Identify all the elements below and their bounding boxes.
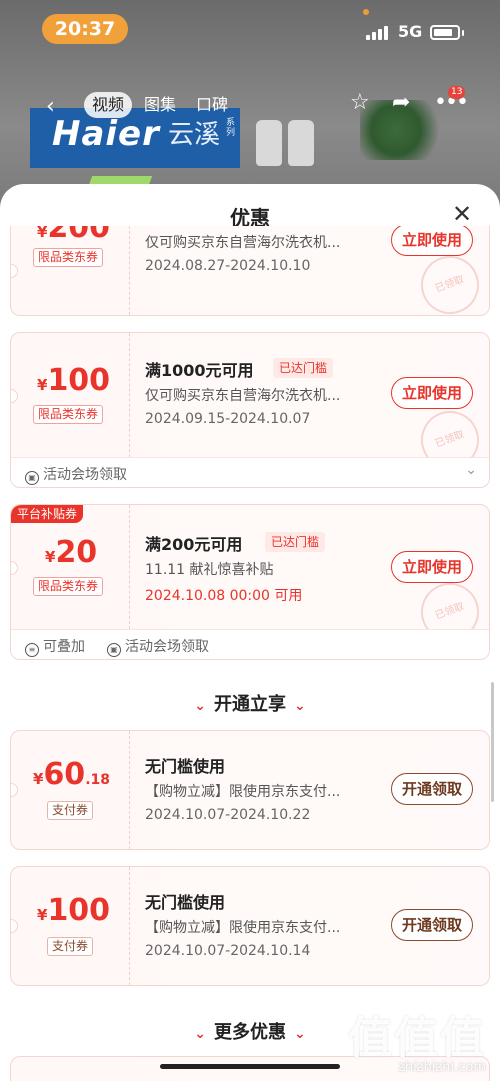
coupon-date: 2024.10.07-2024.10.14	[145, 943, 311, 959]
chevron-down-icon[interactable]: ⌄	[465, 462, 477, 478]
ticket-icon: ▣	[107, 643, 121, 657]
coupon-type-tag: 限品类东券	[33, 248, 104, 267]
venue-claim-info: ▣ 活动会场领取	[25, 464, 127, 485]
claimed-stamp: 已领取	[412, 247, 488, 315]
stackable-info: ≡ 可叠加	[25, 636, 85, 657]
coupon-amount: ¥200	[37, 226, 111, 245]
coupon-description: 11.11 献礼惊喜补贴	[145, 562, 274, 578]
coupon-footer: ≡ 可叠加 ▣ 活动会场领取	[11, 629, 489, 659]
product-bottle	[256, 120, 282, 166]
coupon-start-time: 2024.10.08 00:00 可用	[145, 588, 303, 604]
section-heading-open: ⌄ 开通立享 ⌄	[194, 694, 306, 715]
coupon-date: 2024.08.27-2024.10.10	[145, 258, 311, 274]
battery-icon	[430, 25, 460, 40]
ticket-icon: ▣	[25, 471, 39, 485]
use-now-button[interactable]: 立即使用	[390, 226, 473, 256]
favorite-icon[interactable]: ☆	[350, 90, 370, 115]
share-icon[interactable]: ➦	[392, 90, 410, 115]
coupon-card: ¥100 限品类东券 满1000元可用 已达门槛 仅可购买京东自营海尔洗衣机..…	[10, 332, 490, 488]
promotion-sheet: 优惠 ✕ ¥200 限品类东券 仅可购买京东自营海尔洗衣机... 2024.08…	[0, 184, 500, 1081]
coupon-condition: 满200元可用	[145, 535, 243, 554]
signal-icon	[366, 26, 388, 40]
coupon-card: ¥60.18 支付券 无门槛使用 【购物立减】限使用京东支付... 2024.1…	[10, 730, 490, 850]
threshold-badge: 已达门槛	[273, 358, 334, 378]
battery-cap	[462, 30, 464, 36]
status-bar: 20:37 5G	[0, 0, 500, 58]
brand-logo: Haier	[52, 114, 160, 154]
coupon-condition: 无门槛使用	[145, 757, 226, 776]
watermark-logo: 值值值	[348, 1013, 486, 1064]
back-icon[interactable]: ‹	[46, 94, 55, 119]
scrollbar[interactable]	[491, 682, 494, 802]
coupon-amount: ¥60.18	[33, 757, 110, 792]
network-label: 5G	[398, 22, 423, 41]
coupon-amount: ¥100	[37, 893, 111, 928]
coupon-description: 【购物立减】限使用京东支付...	[145, 784, 341, 800]
coupon-card: 平台补贴券 ¥20 限品类东券 满200元可用 已达门槛 11.11 献礼惊喜补…	[10, 504, 490, 660]
coupon-type-tag: 限品类东券	[33, 577, 104, 596]
tab-gallery[interactable]: 图集	[136, 92, 184, 118]
coupon-description: 【购物立减】限使用京东支付...	[145, 920, 341, 936]
watermark: 值值值 zhizhizhi.com	[348, 1002, 486, 1075]
coupon-type-tag: 支付券	[47, 937, 94, 956]
use-now-button[interactable]: 立即使用	[390, 551, 473, 583]
decoration-icon: ⌄	[194, 698, 206, 714]
coupon-amount: ¥100	[37, 363, 111, 398]
coupon-card: ¥100 支付券 无门槛使用 【购物立减】限使用京东支付... 2024.10.…	[10, 866, 490, 986]
coupon-description: 仅可购买京东自营海尔洗衣机...	[145, 388, 341, 404]
tab-video[interactable]: 视频	[84, 92, 133, 118]
home-indicator[interactable]	[160, 1064, 340, 1069]
status-time: 20:37	[42, 14, 128, 44]
product-bottle	[288, 120, 314, 166]
close-icon[interactable]: ✕	[452, 200, 472, 228]
coupon-condition: 满1000元可用	[145, 361, 254, 380]
decoration-icon: ⌄	[294, 1026, 306, 1042]
privacy-indicator	[363, 9, 369, 15]
coupon-date: 2024.09.15-2024.10.07	[145, 411, 311, 427]
platform-subsidy-tag: 平台补贴券	[11, 505, 84, 523]
activate-claim-button[interactable]: 开通领取	[390, 909, 473, 941]
coupon-date: 2024.10.07-2024.10.22	[145, 807, 311, 823]
coupon-condition: 无门槛使用	[145, 893, 226, 912]
decoration-icon: ⌄	[194, 1026, 206, 1042]
coupon-card: ¥200 限品类东券 仅可购买京东自营海尔洗衣机... 2024.08.27-2…	[10, 226, 490, 316]
coupon-type-tag: 支付券	[47, 801, 94, 820]
coupon-description: 仅可购买京东自营海尔洗衣机...	[145, 235, 341, 251]
venue-claim-info: ▣ 活动会场领取	[107, 636, 209, 657]
coupon-type-tag: 限品类东券	[33, 405, 104, 424]
notification-badge: 13	[448, 86, 466, 99]
tab-reviews[interactable]: 口碑	[188, 92, 236, 118]
series-sub-label: 系列	[226, 118, 236, 138]
threshold-badge: 已达门槛	[265, 532, 326, 552]
activate-claim-button[interactable]: 开通领取	[390, 773, 473, 805]
stack-icon: ≡	[25, 643, 39, 657]
product-nav: ‹ 视频 图集 口碑 ☆ ➦ ••• 13	[0, 86, 500, 120]
use-now-button[interactable]: 立即使用	[390, 377, 473, 409]
decoration-icon: ⌄	[294, 698, 306, 714]
coupon-amount: ¥20	[45, 535, 98, 570]
coupon-footer: ▣ 活动会场领取 ⌄	[11, 457, 489, 487]
